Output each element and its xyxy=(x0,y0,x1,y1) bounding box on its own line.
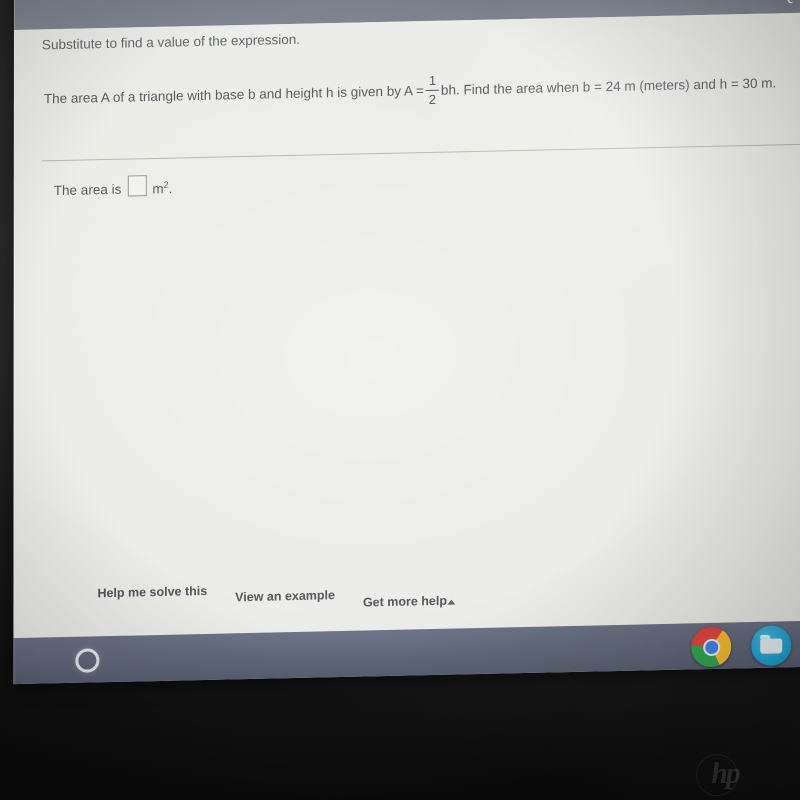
instruction-text: Substitute to find a value of the expres… xyxy=(41,31,301,53)
files-icon-folder xyxy=(760,638,783,654)
answer-input[interactable] xyxy=(127,175,147,197)
chrome-active-indicator xyxy=(695,670,708,674)
view-an-example-link[interactable]: View an example xyxy=(235,588,335,604)
answer-row: The area is m2. xyxy=(53,172,173,199)
question-label: Que xyxy=(782,0,800,5)
help-links-bar: Help me solve this View an example Get m… xyxy=(97,571,797,610)
answer-suffix: . xyxy=(168,180,173,196)
caret-up-icon xyxy=(446,599,455,605)
problem-text-part2: bh. Find the area when b = 24 m (meters)… xyxy=(440,75,777,98)
chevron-left-icon[interactable]: ‹ xyxy=(757,0,772,5)
get-more-help-label: Get more help xyxy=(362,593,447,610)
get-more-help-link[interactable]: Get more help xyxy=(363,594,455,610)
shelf-app-icons xyxy=(691,625,792,674)
fraction-one-half: 1 2 xyxy=(425,72,439,107)
files-icon[interactable] xyxy=(751,625,792,667)
answer-unit-label: m2. xyxy=(152,179,172,196)
fraction-numerator: 1 xyxy=(428,72,437,88)
question-content-panel: Substitute to find a value of the expres… xyxy=(13,12,800,639)
help-me-solve-this-link[interactable]: Help me solve this xyxy=(97,584,207,600)
chrome-icon[interactable] xyxy=(691,626,732,674)
laptop-photo: 2.2 Homework ‹ Que Substitute to find a … xyxy=(0,0,800,800)
hp-logo: hp xyxy=(690,751,761,797)
header-right-group: ‹ Que xyxy=(757,0,800,6)
problem-text-part1: The area A of a triangle with base b and… xyxy=(43,82,424,107)
fraction-bar xyxy=(425,89,439,91)
chrome-icon-hub xyxy=(702,638,720,656)
section-divider xyxy=(41,143,800,162)
problem-statement: The area A of a triangle with base b and… xyxy=(44,66,800,115)
launcher-circle-icon[interactable] xyxy=(75,648,100,673)
unit-base: m xyxy=(152,180,164,197)
fraction-denominator: 2 xyxy=(428,91,437,107)
answer-prefix-label: The area is xyxy=(53,181,122,199)
laptop-screen: 2.2 Homework ‹ Que Substitute to find a … xyxy=(13,0,800,685)
